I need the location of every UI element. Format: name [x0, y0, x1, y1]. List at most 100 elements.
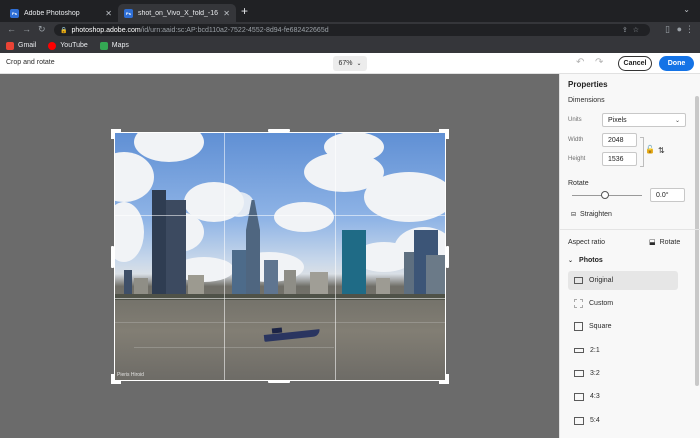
link-bracket: [640, 137, 644, 167]
aspect-ratio-heading: Aspect ratio: [568, 239, 605, 246]
width-input[interactable]: 2048: [602, 133, 637, 147]
forward-icon[interactable]: →: [22, 24, 31, 35]
rotate-heading: Rotate: [568, 180, 589, 187]
close-icon[interactable]: ✕: [105, 9, 112, 18]
canvas-area[interactable]: Pieris Hiroid: [0, 74, 559, 438]
ratio-label: 3:2: [590, 370, 600, 377]
chevron-down-icon: ⌄: [568, 258, 574, 264]
url-field[interactable]: 🔒 photoshop.adobe.com /id/urn:aaid:sc:AP…: [54, 24, 650, 36]
properties-panel: Properties Dimensions Units Pixels ⌄ Wid…: [559, 74, 700, 438]
browser-tab-active-file[interactable]: Ps shot_on_Vivo_X_fold_-16 - Ad ✕: [118, 4, 236, 22]
ratio-label: 5:4: [590, 417, 600, 424]
rotate-value: 0.0°: [656, 191, 669, 199]
rotate-input[interactable]: 0.0°: [650, 188, 685, 202]
ratio-5-4-icon: [574, 416, 584, 425]
chevron-down-icon[interactable]: ⌄: [683, 5, 690, 14]
bookmarks-bar: Gmail YouTube Maps: [0, 38, 700, 53]
ratio-4-3[interactable]: 4:3: [568, 387, 678, 406]
width-value: 2048: [608, 136, 624, 144]
ratio-2-1-icon: [574, 348, 584, 353]
tool-name: Crop and rotate: [6, 59, 55, 66]
new-tab-icon[interactable]: +: [241, 5, 248, 17]
ratio-3-2[interactable]: 3:2: [568, 364, 678, 383]
ratio-3-2-icon: [574, 370, 584, 377]
ratio-custom[interactable]: Custom: [568, 294, 678, 313]
straighten-icon: ⊟: [571, 212, 577, 218]
crop-frame[interactable]: [114, 132, 446, 381]
crop-handle-right[interactable]: [446, 246, 449, 268]
cancel-button[interactable]: Cancel: [618, 56, 652, 71]
ratio-label: 2:1: [590, 347, 600, 354]
crop-handle-top-right[interactable]: [439, 129, 449, 139]
profile-icon[interactable]: ●: [677, 24, 682, 34]
photoshop-icon: Ps: [10, 8, 19, 18]
bookmark-label: Gmail: [18, 42, 37, 49]
browser-tab-photoshop[interactable]: Ps Adobe Photoshop ✕: [4, 4, 118, 22]
chevron-down-icon: ⌄: [356, 61, 362, 67]
ratio-label: Original: [589, 277, 614, 284]
crop-handle-bottom[interactable]: [268, 380, 290, 383]
ratio-2-1[interactable]: 2:1: [568, 341, 678, 360]
photos-group-label: Photos: [579, 257, 603, 264]
undo-icon[interactable]: ↶: [576, 58, 584, 68]
close-icon[interactable]: ✕: [223, 9, 230, 18]
chevron-down-icon: ⌄: [674, 117, 680, 124]
ratio-original-icon: [574, 277, 583, 284]
crop-handle-bottom-right[interactable]: [439, 374, 449, 384]
crop-handle-bottom-left[interactable]: [111, 374, 121, 384]
units-select[interactable]: Pixels ⌄: [602, 113, 686, 127]
bookmark-maps[interactable]: Maps: [99, 41, 129, 50]
rotate-ratio-button[interactable]: ⬓ Rotate: [649, 238, 681, 247]
panel-scrollbar[interactable]: [695, 96, 699, 386]
redo-icon[interactable]: ↷: [595, 58, 603, 68]
units-label: Units: [568, 117, 582, 123]
app-toolbar: Crop and rotate 67% ⌄ ↶ ↷ Cancel Done: [0, 53, 700, 74]
width-label: Width: [568, 137, 584, 143]
height-input[interactable]: 1536: [602, 152, 637, 166]
done-button[interactable]: Done: [659, 56, 694, 71]
ratio-4-3-icon: [574, 392, 584, 401]
dimensions-heading: Dimensions: [568, 97, 605, 104]
ratio-original[interactable]: Original: [568, 271, 678, 290]
url-host: photoshop.adobe.com: [71, 26, 141, 34]
straighten-button[interactable]: ⊟ Straighten: [571, 211, 612, 218]
crop-handle-left[interactable]: [111, 246, 114, 268]
browser-tab-bar: Ps Adobe Photoshop ✕ Ps shot_on_Vivo_X_f…: [0, 0, 700, 22]
tab-label: Adobe Photoshop: [24, 9, 80, 17]
ratio-label: 4:3: [590, 393, 600, 400]
reload-icon[interactable]: ↻: [38, 24, 46, 35]
sidepanel-icon[interactable]: ▯: [665, 24, 670, 35]
ratio-label: Custom: [589, 300, 614, 307]
properties-title: Properties: [568, 80, 608, 89]
youtube-icon: [48, 41, 57, 50]
bookmark-youtube[interactable]: YouTube: [48, 41, 88, 50]
bookmark-gmail[interactable]: Gmail: [6, 41, 37, 50]
ratio-square-icon: [574, 322, 583, 331]
rotate-icon: ⬓: [649, 239, 656, 246]
tab-label: shot_on_Vivo_X_fold_-16 - Ad: [138, 9, 219, 17]
units-value: Pixels: [608, 116, 627, 124]
back-icon[interactable]: ←: [7, 24, 16, 35]
kebab-menu-icon[interactable]: ⋮: [685, 24, 694, 35]
lock-icon: 🔒: [60, 27, 68, 34]
rotate-button-label: Rotate: [659, 238, 681, 246]
zoom-dropdown[interactable]: 67% ⌄: [333, 56, 367, 71]
crop-handle-top-left[interactable]: [111, 129, 121, 139]
bookmark-label: YouTube: [60, 42, 88, 49]
url-path: /id/urn:aaid:sc:AP:bcd110a2-7522-4552-8d…: [140, 26, 329, 34]
crop-handle-top[interactable]: [268, 129, 290, 132]
height-label: Height: [568, 156, 586, 162]
photos-group-toggle[interactable]: ⌄ Photos: [568, 257, 603, 264]
zoom-value: 67%: [338, 60, 353, 67]
bookmark-label: Maps: [111, 42, 129, 49]
swap-dimensions-icon[interactable]: ⇅: [658, 146, 665, 155]
lock-icon[interactable]: 🔓: [645, 145, 655, 154]
height-value: 1536: [608, 155, 624, 163]
photoshop-icon: Ps: [124, 8, 133, 18]
maps-icon: [99, 41, 108, 50]
url-actions-icons[interactable]: ⇪☆: [622, 26, 644, 34]
ratio-square[interactable]: Square: [568, 317, 678, 336]
divider: [560, 229, 700, 230]
rotate-slider-thumb[interactable]: [601, 191, 609, 199]
ratio-5-4[interactable]: 5:4: [568, 411, 678, 430]
